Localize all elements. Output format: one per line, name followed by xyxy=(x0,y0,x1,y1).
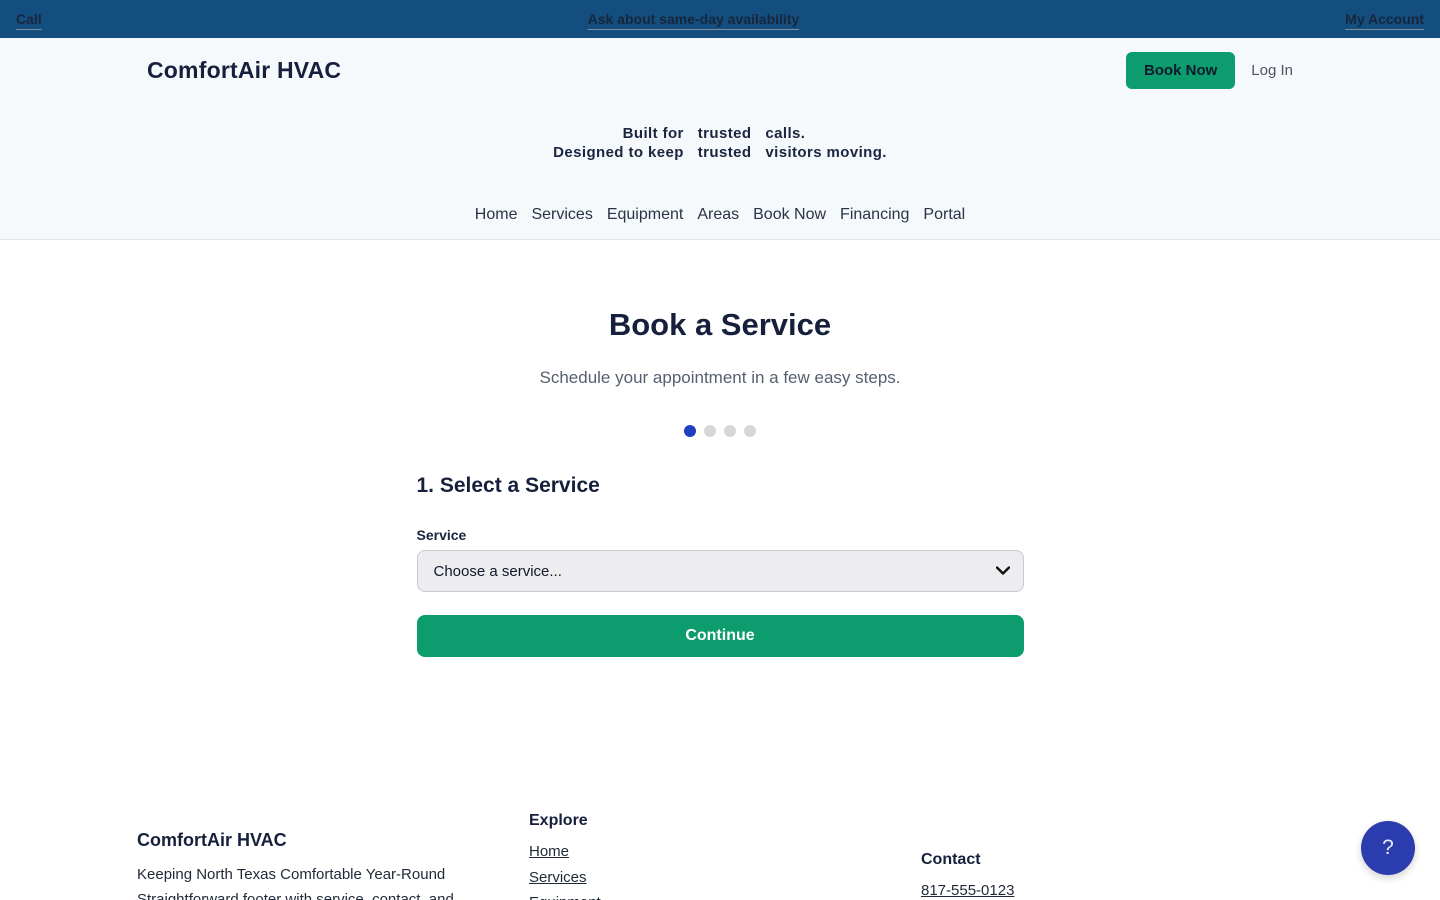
help-button[interactable]: ? xyxy=(1361,821,1415,875)
footer-contact-heading: Contact xyxy=(921,851,1307,869)
header-row: ComfortAir HVAC Book Now Log In xyxy=(135,38,1305,89)
booking-main: Book a Service Schedule your appointment… xyxy=(0,240,1440,657)
step-dot-1 xyxy=(684,425,696,437)
footer-explore-column: Explore Home Services Equipment xyxy=(529,812,921,900)
main-nav: Home Services Equipment Areas Book Now F… xyxy=(0,206,1440,224)
footer-link-equipment[interactable]: Equipment xyxy=(529,890,921,900)
step-title: 1. Select a Service xyxy=(417,474,1024,498)
service-select-wrap: Choose a service... xyxy=(417,550,1024,592)
step-progress-dots xyxy=(0,425,1440,437)
footer-tagline: Keeping North Texas Comfortable Year-Rou… xyxy=(137,862,529,887)
top-utility-bar: Call Ask about same-day availability My … xyxy=(0,0,1440,38)
call-link[interactable]: Call xyxy=(16,11,42,27)
nav-item-portal[interactable]: Portal xyxy=(923,206,965,224)
header-actions: Book Now Log In xyxy=(1126,52,1293,89)
hero-row2-right: visitors moving. xyxy=(765,144,886,162)
hero-text-grid: Built for trusted calls. Designed to kee… xyxy=(553,125,887,162)
footer-brand-column: ComfortAir HVAC Keeping North Texas Comf… xyxy=(137,830,529,900)
promo-link[interactable]: Ask about same-day availability xyxy=(588,11,800,27)
nav-item-areas[interactable]: Areas xyxy=(697,206,739,224)
footer-link-home[interactable]: Home xyxy=(529,839,921,865)
footer-brand: ComfortAir HVAC xyxy=(137,830,529,851)
nav-item-home[interactable]: Home xyxy=(475,206,518,224)
service-field-label: Service xyxy=(417,527,1024,543)
nav-item-equipment[interactable]: Equipment xyxy=(607,206,684,224)
footer-grid: ComfortAir HVAC Keeping North Texas Comf… xyxy=(135,812,1305,900)
nav-item-book-now[interactable]: Book Now xyxy=(753,206,826,224)
step-dot-2 xyxy=(704,425,716,437)
step-dot-3 xyxy=(724,425,736,437)
login-link[interactable]: Log In xyxy=(1251,62,1293,79)
site-footer: ComfortAir HVAC Keeping North Texas Comf… xyxy=(0,812,1440,900)
my-account-link[interactable]: My Account xyxy=(1345,11,1424,27)
site-header: ComfortAir HVAC Book Now Log In Built fo… xyxy=(0,38,1440,240)
hero-row2-left: Designed to keep xyxy=(553,144,684,162)
footer-description: Straightforward footer with service, con… xyxy=(137,887,529,900)
hero-row2-word: trusted xyxy=(698,144,752,162)
booking-form: 1. Select a Service Service Choose a ser… xyxy=(417,474,1024,657)
footer-explore-links: Home Services Equipment xyxy=(529,839,921,900)
brand-logo[interactable]: ComfortAir HVAC xyxy=(147,57,341,84)
hero-row1-word: trusted xyxy=(698,125,752,143)
service-select[interactable]: Choose a service... xyxy=(417,550,1024,592)
footer-link-services[interactable]: Services xyxy=(529,865,921,891)
step-dot-4 xyxy=(744,425,756,437)
footer-contact-links: 817-555-0123 info@comfortairhvac.com xyxy=(921,878,1307,900)
nav-item-financing[interactable]: Financing xyxy=(840,206,909,224)
footer-contact-column: Contact 817-555-0123 info@comfortairhvac… xyxy=(921,851,1307,900)
footer-phone-link[interactable]: 817-555-0123 xyxy=(921,878,1307,900)
nav-item-services[interactable]: Services xyxy=(531,206,592,224)
book-now-button[interactable]: Book Now xyxy=(1126,52,1235,89)
page-title: Book a Service xyxy=(0,307,1440,343)
hero-row1-left: Built for xyxy=(553,125,684,143)
hero-row1-right: calls. xyxy=(765,125,886,143)
footer-explore-heading: Explore xyxy=(529,812,921,830)
hero-rotator: Built for trusted calls. Designed to kee… xyxy=(0,125,1440,162)
page-subtitle: Schedule your appointment in a few easy … xyxy=(0,368,1440,388)
continue-button[interactable]: Continue xyxy=(417,615,1024,657)
